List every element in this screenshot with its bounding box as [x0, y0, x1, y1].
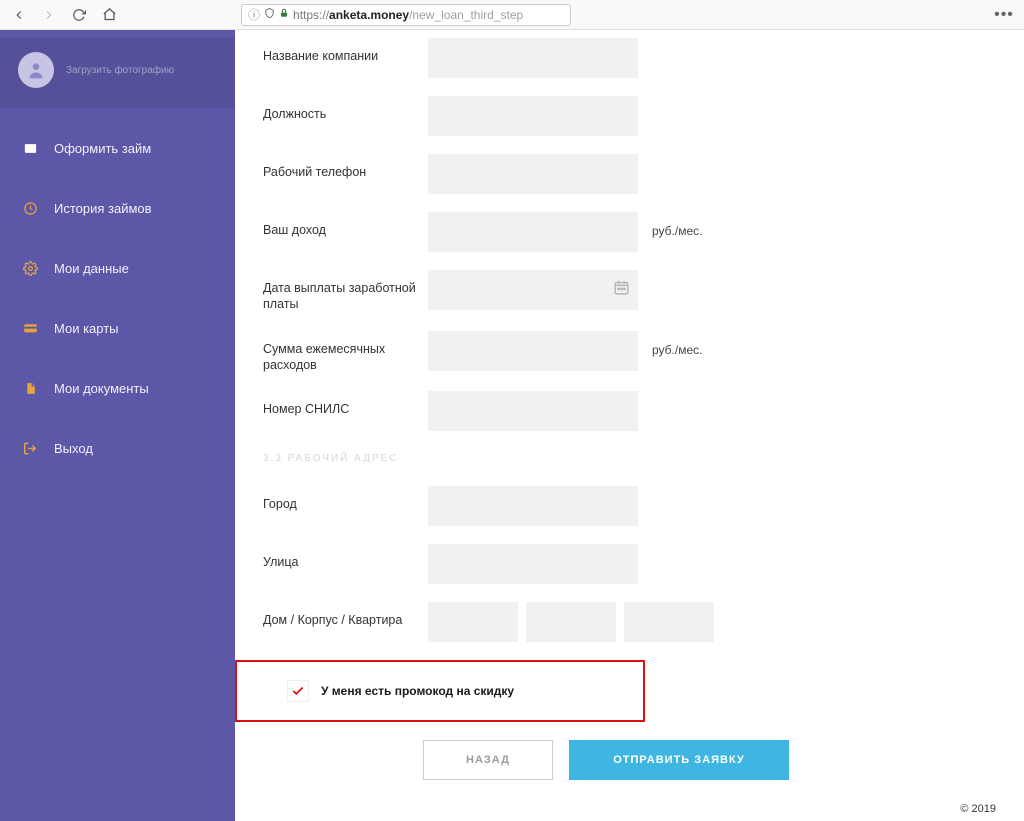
work-phone-input[interactable]	[428, 154, 638, 194]
sidebar-item-history[interactable]: История займов	[0, 178, 235, 238]
url-text: https://anketa.money/new_loan_third_step	[293, 8, 523, 22]
browser-toolbar: ⓘ https://anketa.money/new_loan_third_st…	[0, 0, 1024, 30]
street-label: Улица	[263, 544, 428, 570]
home-icon[interactable]	[96, 3, 122, 27]
city-label: Город	[263, 486, 428, 512]
sidebar-item-my-cards[interactable]: Мои карты	[0, 298, 235, 358]
upload-photo-text: Загрузить фотографию	[66, 65, 174, 76]
position-input[interactable]	[428, 96, 638, 136]
forward-nav-icon[interactable]	[36, 3, 62, 27]
snils-label: Номер СНИЛС	[263, 391, 428, 417]
building-input[interactable]	[526, 602, 616, 642]
browser-menu-icon[interactable]: •••	[990, 3, 1018, 27]
sidebar-item-label: Оформить займ	[54, 141, 151, 156]
sidebar-item-label: Мои данные	[54, 261, 129, 276]
back-button[interactable]: НАЗАД	[423, 740, 553, 780]
url-bar[interactable]: ⓘ https://anketa.money/new_loan_third_st…	[241, 4, 571, 26]
back-nav-icon[interactable]	[6, 3, 32, 27]
shield-icon	[264, 7, 275, 22]
reload-icon[interactable]	[66, 3, 92, 27]
lock-icon	[279, 7, 289, 22]
work-phone-label: Рабочий телефон	[263, 154, 428, 180]
sidebar-item-label: Мои карты	[54, 321, 119, 336]
promo-label: У меня есть промокод на скидку	[321, 684, 514, 698]
snils-input[interactable]	[428, 391, 638, 431]
promo-checkbox[interactable]	[287, 680, 309, 702]
city-input[interactable]	[428, 486, 638, 526]
sidebar-item-exit[interactable]: Выход	[0, 418, 235, 478]
profile-block[interactable]: Загрузить фотографию	[0, 38, 235, 108]
sidebar: Загрузить фотографию Оформить займ Истор…	[0, 30, 235, 821]
sidebar-item-label: Мои документы	[54, 381, 149, 396]
company-input[interactable]	[428, 38, 638, 78]
submit-button[interactable]: ОТПРАВИТЬ ЗАЯВКУ	[569, 740, 789, 780]
avatar	[18, 52, 54, 88]
info-icon: ⓘ	[248, 6, 260, 23]
apartment-input[interactable]	[624, 602, 714, 642]
income-label: Ваш доход	[263, 212, 428, 238]
sidebar-item-my-documents[interactable]: Мои документы	[0, 358, 235, 418]
expenses-input[interactable]	[428, 331, 638, 371]
house-label: Дом / Корпус / Квартира	[263, 602, 428, 628]
company-label: Название компании	[263, 38, 428, 64]
main-content: Название компании Должность Рабочий теле…	[235, 30, 1024, 821]
expenses-label: Сумма ежемесячных расходов	[263, 331, 428, 374]
calendar-icon	[613, 279, 630, 301]
copyright: © 2019	[960, 803, 996, 815]
sidebar-item-label: Выход	[54, 441, 93, 456]
payday-input[interactable]	[428, 270, 638, 310]
sidebar-item-label: История займов	[54, 201, 152, 216]
document-icon	[22, 380, 38, 396]
payday-label: Дата выплаты заработной платы	[263, 270, 428, 313]
promo-highlight-box: У меня есть промокод на скидку	[235, 660, 645, 722]
sidebar-item-new-loan[interactable]: Оформить займ	[0, 118, 235, 178]
sidebar-item-my-data[interactable]: Мои данные	[0, 238, 235, 298]
income-input[interactable]	[428, 212, 638, 252]
card-icon	[22, 320, 38, 336]
exit-icon	[22, 440, 38, 456]
clock-icon	[22, 200, 38, 216]
gear-icon	[22, 260, 38, 276]
position-label: Должность	[263, 96, 428, 122]
section-address-title: 3.3 РАБОЧИЙ АДРЕС	[263, 453, 996, 464]
income-suffix: руб./мес.	[638, 212, 702, 238]
house-input[interactable]	[428, 602, 518, 642]
expenses-suffix: руб./мес.	[638, 331, 702, 357]
wallet-icon	[22, 140, 38, 156]
street-input[interactable]	[428, 544, 638, 584]
